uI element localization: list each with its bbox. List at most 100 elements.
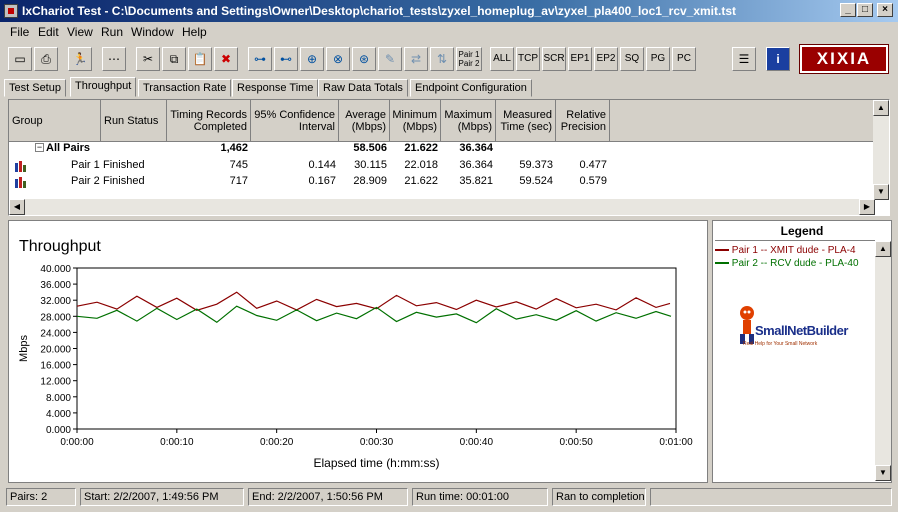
maximize-button[interactable]: □ [857, 3, 873, 17]
edit-pair-icon[interactable]: ✎ [378, 47, 402, 71]
scroll-up-icon[interactable]: ▲ [875, 241, 891, 257]
tab-endpoint-configuration[interactable]: Endpoint Configuration [410, 79, 532, 97]
col-average[interactable]: Average (Mbps) [339, 100, 390, 142]
minimize-button[interactable]: _ [840, 3, 856, 17]
x-tick-label: 0:01:00 [659, 437, 693, 448]
legend-swatch [715, 262, 729, 265]
status-pairs: Pairs: 2 [6, 488, 76, 506]
status-empty [650, 488, 892, 506]
renumber-icon[interactable]: ⇅ [430, 47, 454, 71]
filter-sq-button[interactable]: SQ [620, 47, 644, 71]
pair-chart-icon [15, 177, 27, 188]
info-icon[interactable]: i [766, 47, 790, 71]
col-avg-label-1: Average [345, 108, 386, 121]
y-tick-label: 16.000 [40, 361, 71, 372]
title-bar: IxChariot Test - C:\Documents and Settin… [0, 0, 898, 22]
status-runtime: Run time: 00:01:00 [412, 488, 548, 506]
scroll-down-icon[interactable]: ▼ [873, 184, 889, 200]
all-pairs-label[interactable]: All Pairs [46, 142, 90, 154]
tab-throughput[interactable]: Throughput [70, 77, 137, 97]
add-pair-icon[interactable]: ⋯ [102, 47, 126, 71]
app-icon[interactable] [4, 4, 18, 18]
col-rel-label-2: Precision [560, 120, 606, 133]
copy-icon[interactable]: ⧉ [162, 47, 186, 71]
table-row-average: 28.909 [353, 175, 387, 187]
menu-view[interactable]: View [67, 25, 93, 39]
new-file-icon[interactable]: ▭ [8, 47, 32, 71]
table-row-status: Finished [103, 159, 145, 171]
col-timing[interactable]: Timing Records Completed [167, 100, 251, 142]
menu-run[interactable]: Run [101, 25, 123, 39]
col-min-label-2: (Mbps) [402, 120, 437, 133]
multicast-icon[interactable]: ⊷ [274, 47, 298, 71]
horizontal-scrollbar[interactable]: ◀ ▶ [9, 199, 875, 215]
tab-test-setup[interactable]: Test Setup [4, 79, 66, 97]
col-minimum[interactable]: Minimum (Mbps) [390, 100, 441, 142]
tab-transaction-rate[interactable]: Transaction Rate [138, 79, 232, 97]
table-row-minimum: 22.018 [404, 159, 438, 171]
col-maximum[interactable]: Maximum (Mbps) [441, 100, 496, 142]
notes-icon[interactable]: ☰ [732, 47, 756, 71]
col-min-label-1: Minimum [392, 108, 437, 121]
table-row-group[interactable]: Pair 2 [71, 175, 100, 187]
col-meas-label-2: Time (sec) [500, 120, 552, 133]
col-group[interactable]: Group [9, 100, 101, 142]
legend-scrollbar[interactable]: ▲ ▼ [875, 241, 891, 481]
scroll-right-icon[interactable]: ▶ [859, 199, 875, 215]
y-tick-label: 4.000 [46, 409, 71, 420]
filter-scr-button[interactable]: SCR [542, 47, 566, 71]
cut-icon[interactable]: ✂ [136, 47, 160, 71]
pair-connect-icon[interactable]: ⊶ [248, 47, 272, 71]
col-confidence[interactable]: 95% Confidence Interval [251, 100, 339, 142]
all-pairs-timing: 1,462 [220, 142, 248, 154]
filter-ep2-button[interactable]: EP2 [594, 47, 618, 71]
menu-help[interactable]: Help [182, 25, 207, 39]
menu-file[interactable]: File [10, 25, 29, 39]
table-row-measured: 59.373 [519, 159, 553, 171]
tab-raw-data-totals[interactable]: Raw Data Totals [318, 79, 408, 97]
run-test-icon[interactable]: 🏃 [68, 47, 92, 71]
tab-response-time[interactable]: Response Time [232, 79, 319, 97]
legend-entry[interactable]: Pair 2 -- RCV dude - PLA-40 [715, 258, 859, 269]
pair-numbering-button[interactable]: Pair 1 Pair 2 [456, 47, 482, 71]
filter-pc-button[interactable]: PC [672, 47, 696, 71]
toolbar: ▭ ⎙ 🏃 ⋯ ✂ ⧉ 📋 ✖ ⊶ ⊷ ⊕ ⊗ ⊛ ✎ ⇄ ⇅ Pair 1 P… [0, 42, 898, 76]
vertical-scrollbar[interactable]: ▲ ▼ [873, 100, 889, 200]
scroll-up-icon[interactable]: ▲ [873, 100, 889, 116]
scroll-down-icon[interactable]: ▼ [875, 465, 891, 481]
scroll-left-icon[interactable]: ◀ [9, 199, 25, 215]
expand-toggle[interactable]: − [35, 143, 44, 152]
video-pair-icon[interactable]: ⊛ [352, 47, 376, 71]
col-measured-time[interactable]: Measured Time (sec) [496, 100, 556, 142]
hardware-pair-icon[interactable]: ⊕ [300, 47, 324, 71]
smallnetbuilder-logo: SmallNetBuilder Real Help for Your Small… [737, 303, 867, 353]
table-row-confidence: 0.167 [308, 175, 336, 187]
pair-label-2: Pair 2 [458, 59, 480, 68]
delete-icon[interactable]: ✖ [214, 47, 238, 71]
y-tick-label: 28.000 [40, 312, 71, 323]
table-row-group[interactable]: Pair 1 [71, 159, 100, 171]
legend-entry[interactable]: Pair 1 -- XMIT dude - PLA-4 [715, 245, 856, 256]
voip-pair-icon[interactable]: ⊗ [326, 47, 350, 71]
close-button[interactable]: × [877, 3, 893, 17]
legend-entry-label: Pair 2 -- RCV dude - PLA-40 [731, 258, 859, 269]
col-max-label-1: Maximum [444, 108, 492, 121]
paste-icon[interactable]: 📋 [188, 47, 212, 71]
menu-edit[interactable]: Edit [38, 25, 59, 39]
table-row-maximum: 35.821 [459, 175, 493, 187]
swap-pair-icon[interactable]: ⇄ [404, 47, 428, 71]
col-run-status[interactable]: Run Status [101, 100, 167, 142]
all-pairs-maximum: 36.364 [459, 142, 493, 154]
print-icon[interactable]: ⎙ [34, 47, 58, 71]
pair-label-1: Pair 1 [458, 50, 480, 59]
filter-all-button[interactable]: ALL [490, 47, 514, 71]
x-tick-label: 0:00:40 [460, 437, 494, 448]
filter-pg-button[interactable]: PG [646, 47, 670, 71]
ixia-logo: XIXIA [799, 44, 889, 74]
filter-tcp-button[interactable]: TCP [516, 47, 540, 71]
menu-window[interactable]: Window [131, 25, 174, 39]
col-precision[interactable]: Relative Precision [556, 100, 610, 142]
col-max-label-2: (Mbps) [457, 120, 492, 133]
y-tick-label: 40.000 [40, 264, 71, 275]
filter-ep1-button[interactable]: EP1 [568, 47, 592, 71]
